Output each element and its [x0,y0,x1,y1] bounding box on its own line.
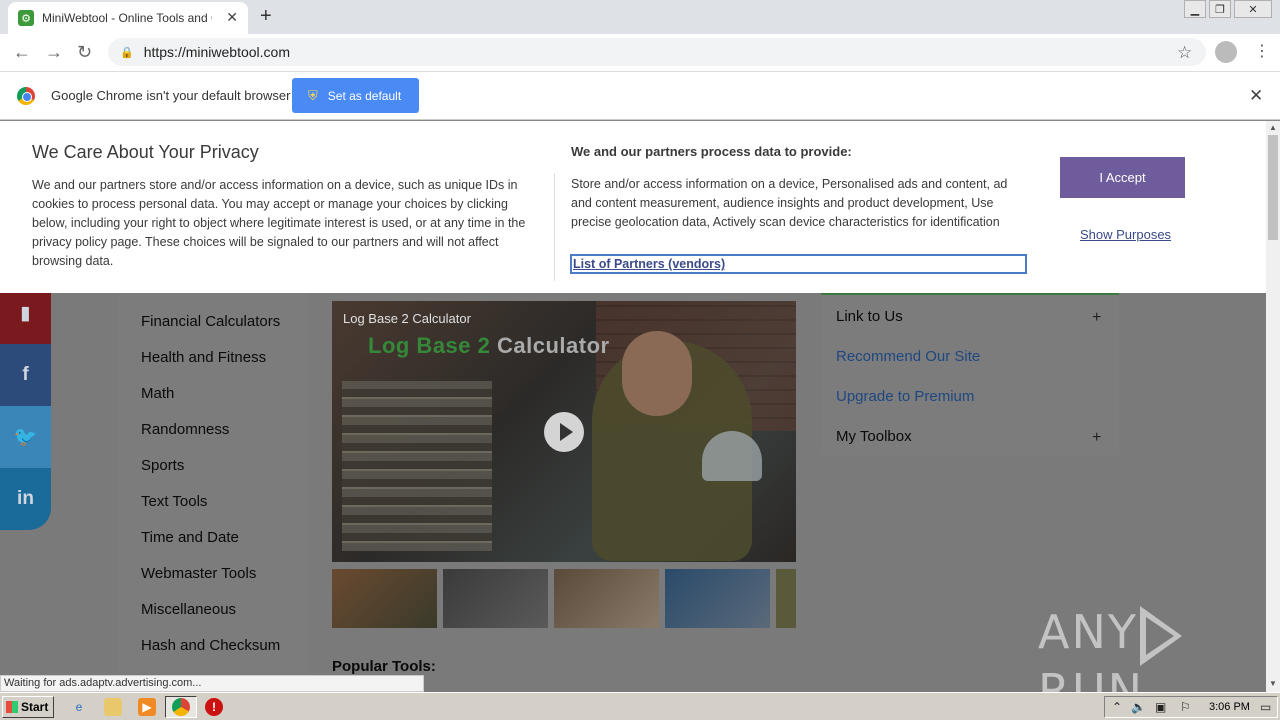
category-time-date[interactable]: Time and Date [141,529,239,546]
address-bar[interactable]: 🔒 https://miniwebtool.com [108,38,1206,66]
side-menu: Link to Us + Recommend Our Site Upgrade … [821,293,1119,455]
video-overlay-text-2: Calculator [497,333,610,358]
close-window-button[interactable]: ✕ [1234,0,1272,18]
bookmark-star-icon[interactable]: ☆ [1177,43,1192,63]
category-math[interactable]: Math [141,385,174,402]
network-icon[interactable]: ▣ [1155,700,1166,714]
video-overlay-text-1: Log Base 2 [368,333,491,358]
media-player-icon[interactable]: ▶ [138,698,156,716]
url-text: https://miniwebtool.com [143,44,290,60]
menu-dots-icon[interactable]: ⋮ [1254,41,1270,61]
tab-title: MiniWebtool - Online Tools and Calcu [42,11,212,25]
video-thumbnail[interactable] [443,569,548,628]
tray-expand-icon[interactable]: ⌃ [1112,700,1122,714]
my-toolbox[interactable]: My Toolbox [836,428,912,445]
video-thumbnail-next[interactable] [776,569,796,628]
profile-avatar-icon[interactable] [1215,41,1237,63]
shield-icon: ⛨ [308,87,318,103]
minimize-button[interactable]: ▁ [1184,0,1206,18]
clock: 3:06 PM [1209,701,1250,713]
category-financial[interactable]: Financial Calculators [141,313,280,330]
category-list: Financial Calculators Health and Fitness… [117,293,308,673]
browser-tab[interactable]: ⚙ MiniWebtool - Online Tools and Calcu ✕ [8,2,248,34]
video-lamp [702,431,762,481]
scroll-thumb[interactable] [1268,135,1278,240]
volume-icon[interactable]: 🔈 [1131,700,1146,714]
default-browser-infobar: Google Chrome isn't your default browser… [0,72,1280,120]
start-button[interactable]: Start [2,696,54,718]
show-desktop-icon[interactable]: ▭ [1260,700,1271,714]
category-health[interactable]: Health and Fitness [141,349,266,366]
video-title[interactable]: Log Base 2 Calculator [343,311,471,326]
privacy-purposes-body: Store and/or access information on a dev… [571,177,1008,229]
infobar-close-icon[interactable]: ✕ [1249,86,1263,106]
windows-logo-icon [6,701,18,713]
linkedin-icon[interactable]: in [0,468,51,530]
system-tray: ⌃ 🔈 ▣ ⚐ 3:06 PM ▭ [1104,696,1278,718]
infobar-message: Google Chrome isn't your default browser [51,88,291,103]
video-player[interactable]: Log Base 2 Calculator Log Base 2 Calcula… [332,301,796,562]
category-misc[interactable]: Miscellaneous [141,601,236,618]
stop-icon[interactable]: ! [205,698,223,716]
chrome-logo-icon [17,87,35,105]
privacy-body: We and our partners store and/or access … [32,178,526,268]
chrome-taskbar-button[interactable] [165,696,197,718]
category-hash[interactable]: Hash and Checksum [141,637,280,654]
scroll-up-arrow-icon[interactable]: ▲ [1269,123,1277,132]
browser-toolbar: ← → ↻ 🔒 https://miniwebtool.com ☆ ⋮ [0,34,1280,72]
accept-button[interactable]: I Accept [1060,157,1185,198]
close-tab-icon[interactable]: ✕ [226,9,238,26]
facebook-icon[interactable]: f [0,344,51,406]
restore-button[interactable]: ❐ [1209,0,1231,18]
privacy-purposes-title: We and our partners process data to prov… [571,144,852,159]
lock-icon: 🔒 [120,46,134,59]
back-arrow-icon[interactable]: ← [13,42,31,63]
chrome-icon [172,698,190,716]
category-sports[interactable]: Sports [141,457,184,474]
expand-plus-icon[interactable]: + [1092,309,1101,327]
video-overlay-text: Log Base 2 Calculator [368,333,610,359]
play-icon[interactable] [544,412,584,452]
gear-icon: ⚙ [18,10,34,26]
set-default-label: Set as default [327,88,402,103]
forward-arrow-icon[interactable]: → [45,42,63,63]
flag-icon[interactable]: ⚐ [1180,700,1191,714]
video-thumbnail[interactable] [554,569,659,628]
video-thumbnail[interactable] [665,569,770,628]
tab-strip: ⚙ MiniWebtool - Online Tools and Calcu ✕… [0,0,1280,34]
play-logo-icon [1139,605,1182,666]
video-thumbnail[interactable] [332,569,437,628]
privacy-title: We Care About Your Privacy [32,142,259,162]
list-of-partners-link[interactable]: List of Partners (vendors) [570,254,1027,274]
video-books [342,381,492,551]
watermark-left: ANY [1038,605,1138,659]
twitter-icon[interactable]: 🐦 [0,406,51,468]
new-tab-button[interactable]: + [260,5,272,28]
video-person-head [622,331,692,416]
taskbar: Start e ▶ ! ⌃ 🔈 ▣ ⚐ 3:06 PM ▭ [0,692,1280,720]
status-bar: Waiting for ads.adaptv.advertising.com..… [0,675,424,692]
expand-plus-icon[interactable]: + [1092,429,1101,447]
ie-icon[interactable]: e [70,698,88,716]
show-purposes-link[interactable]: Show Purposes [1080,227,1171,242]
reload-icon[interactable]: ↻ [77,42,92,63]
category-webmaster[interactable]: Webmaster Tools [141,565,256,582]
set-default-button[interactable]: ⛨ Set as default [292,78,419,113]
folder-icon[interactable] [104,698,122,716]
category-randomness[interactable]: Randomness [141,421,229,438]
privacy-divider [554,173,555,281]
start-label: Start [21,700,49,714]
recommend-our-site[interactable]: Recommend Our Site [836,348,980,365]
privacy-consent-dialog: We Care About Your Privacy We and our pa… [0,121,1266,293]
category-text-tools[interactable]: Text Tools [141,493,207,510]
upgrade-to-premium[interactable]: Upgrade to Premium [836,388,974,405]
popular-tools-heading: Popular Tools: [332,658,436,675]
link-to-us[interactable]: Link to Us [836,308,903,325]
